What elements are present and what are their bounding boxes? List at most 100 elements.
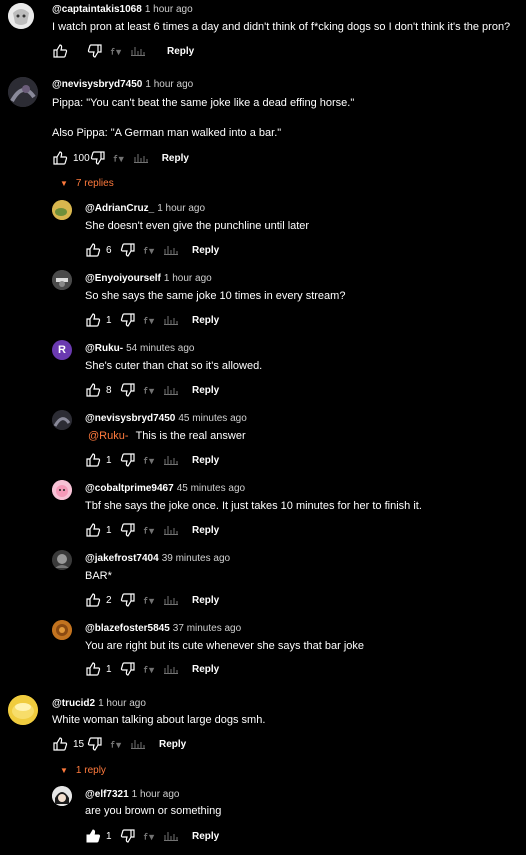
avatar[interactable] xyxy=(52,270,72,290)
reply-text: BAR* xyxy=(85,570,112,582)
username[interactable]: @elf7321 xyxy=(85,789,129,800)
replies-toggle[interactable]: ▼ 1 reply xyxy=(60,765,106,776)
avatar[interactable] xyxy=(52,786,72,806)
pippa-logo-icon: ꬵ▼ xyxy=(144,455,157,466)
thumbs-down-icon[interactable] xyxy=(120,242,136,258)
timestamp[interactable]: 39 minutes ago xyxy=(162,553,230,564)
thumbs-up-icon[interactable] xyxy=(85,452,101,468)
reply: @blazefoster5845 37 minutes ago You are r… xyxy=(0,618,526,686)
timestamp[interactable]: 1 hour ago xyxy=(132,789,180,800)
mention-link[interactable]: @Ruku- xyxy=(88,430,129,442)
timestamp[interactable]: 1 hour ago xyxy=(145,79,193,90)
avatar[interactable] xyxy=(8,77,38,107)
username[interactable]: @cobaltprime9467 xyxy=(85,483,174,494)
thumbs-up-icon[interactable] xyxy=(85,592,101,608)
reply-button[interactable]: Reply xyxy=(192,385,219,396)
thumbs-down-icon[interactable] xyxy=(87,736,103,752)
reply-button[interactable]: Reply xyxy=(192,525,219,536)
avatar[interactable] xyxy=(8,695,38,725)
thumbs-down-icon[interactable] xyxy=(120,312,136,328)
username[interactable]: @jakefrost7404 xyxy=(85,553,159,564)
thumbs-down-icon[interactable] xyxy=(90,150,106,166)
reply-text: So she says the same joke 10 times in ev… xyxy=(85,290,346,302)
replies-toggle[interactable]: ▼ 7 replies xyxy=(60,178,114,189)
thumbs-up-icon[interactable] xyxy=(52,43,68,59)
thumbs-down-icon[interactable] xyxy=(120,522,136,538)
username[interactable]: @captaintakis1068 xyxy=(52,4,142,15)
thumbs-up-icon[interactable] xyxy=(85,312,101,328)
username[interactable]: @Enyoiyourself xyxy=(85,273,161,284)
audio-bars-icon xyxy=(164,664,179,674)
timestamp[interactable]: 1 hour ago xyxy=(145,4,193,15)
thumbs-up-icon[interactable] xyxy=(85,382,101,398)
pippa-logo-icon: ꬵ▼ xyxy=(144,525,157,536)
reply-button[interactable]: Reply xyxy=(192,245,219,256)
avatar[interactable] xyxy=(52,620,72,640)
reply-meta: @jakefrost7404 39 minutes ago xyxy=(85,552,230,565)
avatar[interactable] xyxy=(52,480,72,500)
like-count: 1 xyxy=(106,314,112,326)
reply-button[interactable]: Reply xyxy=(159,739,186,750)
timestamp[interactable]: 45 minutes ago xyxy=(177,483,245,494)
timestamp[interactable]: 1 hour ago xyxy=(164,273,212,284)
username[interactable]: @nevisysbryd7450 xyxy=(52,79,142,90)
reply-text: You are right but its cute whenever she … xyxy=(85,640,365,652)
thumbs-down-icon[interactable] xyxy=(87,43,103,59)
audio-bars-icon xyxy=(164,245,179,255)
timestamp[interactable]: 54 minutes ago xyxy=(126,343,194,354)
reply: @cobaltprime9467 45 minutes ago Tbf she s… xyxy=(0,478,526,546)
thumbs-up-icon[interactable] xyxy=(85,828,101,844)
thumbs-down-icon[interactable] xyxy=(120,661,136,677)
avatar-letter: R xyxy=(58,344,66,356)
thumbs-up-icon[interactable] xyxy=(85,661,101,677)
thumbs-down-icon[interactable] xyxy=(120,828,136,844)
reply-button[interactable]: Reply xyxy=(167,46,194,57)
reply-text-body: This is the real answer xyxy=(135,430,246,442)
thumbs-up-icon[interactable] xyxy=(52,150,68,166)
pippa-logo-icon: ꬵ▼ xyxy=(144,315,157,326)
username[interactable]: @AdrianCruz_ xyxy=(85,203,154,214)
reply-button[interactable]: Reply xyxy=(192,315,219,326)
timestamp[interactable]: 37 minutes ago xyxy=(173,623,241,634)
username[interactable]: @nevisysbryd7450 xyxy=(85,413,175,424)
action-bar: 100 ꬵ▼ Reply xyxy=(52,149,189,167)
thumbs-up-icon[interactable] xyxy=(85,522,101,538)
thumbs-up-icon[interactable] xyxy=(52,736,68,752)
avatar[interactable] xyxy=(52,200,72,220)
pippa-logo-icon: ꬵ▼ xyxy=(144,664,157,675)
timestamp[interactable]: 1 hour ago xyxy=(98,698,146,709)
thumbs-down-icon[interactable] xyxy=(120,592,136,608)
timestamp[interactable]: 1 hour ago xyxy=(157,203,205,214)
avatar[interactable] xyxy=(8,3,34,29)
reply-text: She doesn't even give the punchline unti… xyxy=(85,220,310,232)
avatar[interactable] xyxy=(52,410,72,430)
comment-meta: @nevisysbryd7450 1 hour ago xyxy=(52,78,193,91)
audio-bars-icon xyxy=(133,153,148,163)
username[interactable]: @trucid2 xyxy=(52,698,95,709)
reply-button[interactable]: Reply xyxy=(192,595,219,606)
thumbs-down-icon[interactable] xyxy=(120,452,136,468)
reply-meta: @Enyoiyourself 1 hour ago xyxy=(85,272,212,285)
username[interactable]: @Ruku- xyxy=(85,343,123,354)
reply-meta: @blazefoster5845 37 minutes ago xyxy=(85,622,241,635)
audio-bars-icon xyxy=(164,455,179,465)
avatar[interactable]: R xyxy=(52,340,72,360)
reply-button[interactable]: Reply xyxy=(192,455,219,466)
thumbs-up-icon[interactable] xyxy=(85,242,101,258)
reply-button[interactable]: Reply xyxy=(162,153,189,164)
comment: @trucid2 1 hour ago White woman talking a… xyxy=(0,693,526,783)
like-count: 1 xyxy=(106,663,112,675)
action-bar: 1 ꬵ▼ Reply xyxy=(85,451,219,469)
action-bar: 15 ꬵ▼ Reply xyxy=(52,735,186,753)
timestamp[interactable]: 45 minutes ago xyxy=(178,413,246,424)
like-count: 1 xyxy=(106,454,112,466)
action-bar: 1 ꬵ▼ Reply xyxy=(85,660,219,678)
reply-meta: @elf7321 1 hour ago xyxy=(85,788,180,801)
action-bar: 1 ꬵ▼ Reply xyxy=(85,827,219,845)
thumbs-down-icon[interactable] xyxy=(120,382,136,398)
reply-button[interactable]: Reply xyxy=(192,831,219,842)
reply-button[interactable]: Reply xyxy=(192,664,219,675)
username[interactable]: @blazefoster5845 xyxy=(85,623,170,634)
avatar[interactable] xyxy=(52,550,72,570)
action-bar: 1 ꬵ▼ Reply xyxy=(85,521,219,539)
